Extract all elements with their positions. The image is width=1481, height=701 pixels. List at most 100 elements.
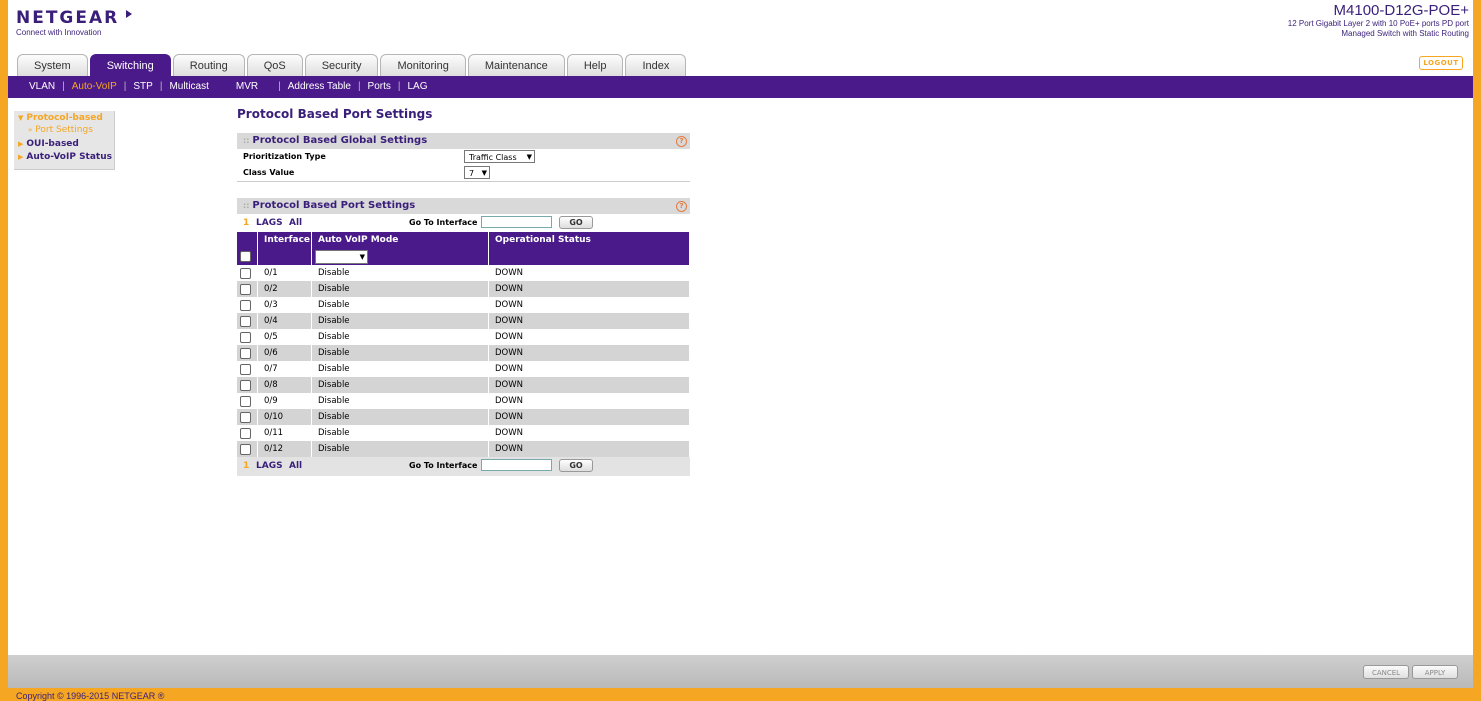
mode-cell: Disable (311, 441, 489, 457)
page-number[interactable]: 1 (243, 218, 249, 228)
mode-column-header: Auto VoIP Mode (311, 232, 489, 248)
leftnav-port-settings[interactable]: » Port Settings (14, 124, 114, 137)
apply-button[interactable]: APPLY (1412, 665, 1458, 679)
mode-cell: Disable (311, 409, 489, 425)
mode-cell: Disable (311, 361, 489, 377)
row-checkbox[interactable] (240, 315, 251, 327)
filter-mode-cell: ▼ (311, 248, 489, 265)
row-select-cell (237, 361, 258, 377)
left-navigation: ▼ Protocol-based » Port Settings ▶ OUI-base… (14, 111, 115, 170)
goto-interface-label: Go To Interface (409, 461, 478, 470)
leftnav-oui-based[interactable]: ▶ OUI-based (14, 137, 114, 150)
row-checkbox[interactable] (240, 443, 251, 455)
row-checkbox[interactable] (240, 267, 251, 279)
status-cell: DOWN (488, 329, 690, 345)
interface-cell: 0/1 (257, 265, 312, 281)
table-row: 0/11 Disable DOWN (237, 425, 690, 441)
tab-security[interactable]: Security (304, 54, 379, 76)
table-row: 0/8 Disable DOWN (237, 377, 690, 393)
subnav-autovoip[interactable]: Auto-VoIP (65, 76, 124, 98)
prioritization-select[interactable]: Traffic Class ▼ (464, 150, 535, 163)
subnav-address-table[interactable]: Address Table (281, 76, 358, 98)
goto-interface-input[interactable] (481, 216, 552, 228)
go-button[interactable]: GO (559, 459, 593, 472)
subnav-stp[interactable]: STP (126, 76, 159, 98)
filter-row: ▼ (237, 248, 690, 265)
table-row: 0/4 Disable DOWN (237, 313, 690, 329)
row-select-cell (237, 441, 258, 457)
subnav-lag[interactable]: LAG (401, 76, 435, 98)
cancel-button[interactable]: CANCEL (1363, 665, 1409, 679)
leftnav-autovoip-status[interactable]: ▶ Auto-VoIP Status (14, 150, 114, 163)
class-value-select[interactable]: 7 ▼ (464, 166, 490, 179)
row-checkbox[interactable] (240, 283, 251, 295)
chevron-right-icon: ▶ (18, 140, 24, 148)
select-all-checkbox[interactable] (240, 251, 251, 262)
leftnav-protocol-based[interactable]: ▼ Protocol-based (14, 111, 114, 124)
subnav-ports[interactable]: Ports (361, 76, 398, 98)
tab-qos[interactable]: QoS (246, 54, 303, 76)
row-checkbox[interactable] (240, 395, 251, 407)
status-cell: DOWN (488, 425, 690, 441)
status-cell: DOWN (488, 377, 690, 393)
status-cell: DOWN (488, 361, 690, 377)
page-number[interactable]: 1 (243, 461, 249, 471)
row-checkbox[interactable] (240, 299, 251, 311)
chevron-down-icon: ▼ (18, 114, 24, 122)
tab-routing[interactable]: Routing (172, 54, 245, 76)
row-select-cell (237, 393, 258, 409)
row-checkbox[interactable] (240, 347, 251, 359)
help-icon[interactable]: ? (676, 136, 687, 147)
table-row: 0/6 Disable DOWN (237, 345, 690, 361)
goto-interface-input[interactable] (481, 459, 552, 471)
all-link[interactable]: All (289, 218, 302, 228)
model-info: M4100-D12G-POE+ 12 Port Gigabit Layer 2 … (1288, 2, 1469, 39)
mode-cell: Disable (311, 329, 489, 345)
interface-cell: 0/11 (257, 425, 312, 441)
tab-index[interactable]: Index (625, 54, 687, 76)
leftnav-oui-based-label: OUI-based (26, 139, 79, 149)
table-row: 0/7 Disable DOWN (237, 361, 690, 377)
row-select-cell (237, 377, 258, 393)
row-checkbox[interactable] (240, 379, 251, 391)
interface-cell: 0/10 (257, 409, 312, 425)
row-checkbox[interactable] (240, 331, 251, 343)
filter-interface-cell (257, 248, 312, 265)
tab-help[interactable]: Help (566, 54, 624, 76)
row-checkbox[interactable] (240, 427, 251, 439)
global-settings-header: :: Protocol Based Global Settings ? (237, 133, 690, 149)
lags-link[interactable]: LAGS (256, 461, 283, 471)
row-checkbox[interactable] (240, 411, 251, 423)
status-cell: DOWN (488, 281, 690, 297)
footer-bar: CANCEL APPLY (8, 655, 1473, 688)
mode-cell: Disable (311, 393, 489, 409)
table-row: 0/1 Disable DOWN (237, 265, 690, 281)
mode-cell: Disable (311, 281, 489, 297)
subnav-multicast[interactable]: Multicast (162, 76, 228, 98)
logout-button[interactable]: LOGOUT (1419, 56, 1463, 70)
table-header-row: Interface Auto VoIP Mode Operational Sta… (237, 232, 690, 248)
tab-system[interactable]: System (17, 54, 88, 76)
help-icon[interactable]: ? (676, 201, 687, 212)
lags-link[interactable]: LAGS (256, 218, 283, 228)
tab-maintenance[interactable]: Maintenance (467, 54, 565, 76)
chevron-right-icon: ▶ (18, 153, 24, 161)
row-select-cell (237, 297, 258, 313)
port-table: Interface Auto VoIP Mode Operational Sta… (237, 232, 690, 457)
chevron-down-icon: ▼ (481, 169, 487, 177)
tab-switching[interactable]: Switching (89, 54, 171, 77)
table-row: 0/9 Disable DOWN (237, 393, 690, 409)
row-select-cell (237, 329, 258, 345)
row-checkbox[interactable] (240, 363, 251, 375)
select-column-header (237, 232, 258, 248)
subnav-vlan[interactable]: VLAN (22, 76, 62, 98)
all-link[interactable]: All (289, 461, 302, 471)
status-cell: DOWN (488, 345, 690, 361)
go-button[interactable]: GO (559, 216, 593, 229)
mode-filter-select[interactable]: ▼ (315, 249, 368, 264)
prioritization-value: Traffic Class (469, 153, 517, 162)
select-all-cell (237, 248, 258, 265)
global-settings-panel: :: Protocol Based Global Settings ? Prior… (237, 133, 690, 182)
subnav-mvr[interactable]: MVR (229, 76, 278, 98)
tab-monitoring[interactable]: Monitoring (380, 54, 466, 76)
